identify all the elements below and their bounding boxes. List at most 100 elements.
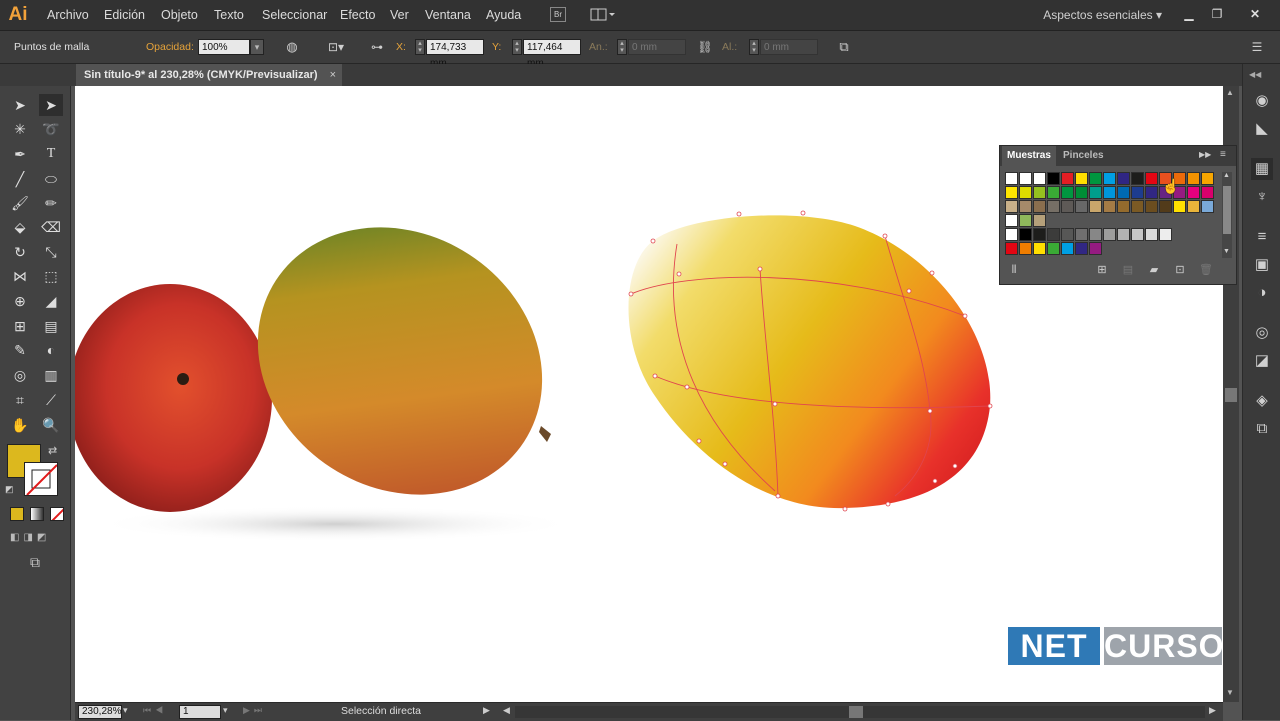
lasso-tool-icon[interactable]: ➰: [39, 118, 63, 140]
swatch[interactable]: [1089, 186, 1102, 199]
artboards-panel-icon[interactable]: ⧉: [1251, 418, 1273, 440]
graphic-styles-icon[interactable]: ◪: [1251, 350, 1273, 372]
opacity-field[interactable]: 100%: [198, 39, 250, 55]
hand-tool-icon[interactable]: ✋: [8, 414, 32, 436]
transparency-panel-icon[interactable]: ◑: [1251, 282, 1273, 304]
swatch[interactable]: [1117, 172, 1130, 185]
width-tool-icon[interactable]: ⋈: [8, 265, 32, 287]
swatch[interactable]: [1047, 242, 1060, 255]
swatch[interactable]: [1033, 172, 1046, 185]
swatch[interactable]: [1145, 228, 1158, 241]
swatch[interactable]: [1187, 172, 1200, 185]
swatch[interactable]: [1131, 172, 1144, 185]
swatch[interactable]: [1061, 186, 1074, 199]
swatch[interactable]: [1061, 200, 1074, 213]
zoom-dropdown-icon[interactable]: ▾: [123, 705, 135, 719]
swatch[interactable]: [1005, 172, 1018, 185]
artboard-prev-icons[interactable]: ⏮◀: [143, 705, 167, 716]
swatch[interactable]: [1103, 228, 1116, 241]
transform-reference-icon[interactable]: ⊡▾: [322, 39, 350, 55]
scroll-down-icon[interactable]: ▼: [1226, 688, 1234, 697]
swatch[interactable]: [1075, 242, 1088, 255]
symbol-sprayer-tool-icon[interactable]: ◎: [8, 364, 32, 386]
swatch[interactable]: [1187, 186, 1200, 199]
hscroll-left-icon[interactable]: ◀: [503, 705, 510, 716]
swatch[interactable]: [1019, 186, 1032, 199]
swatch[interactable]: [1159, 228, 1172, 241]
tab-muestras[interactable]: Muestras: [1002, 146, 1056, 166]
menu-efecto[interactable]: Efecto: [340, 0, 375, 30]
panel-options-icon[interactable]: ≡: [1220, 149, 1226, 160]
swatch[interactable]: [1075, 200, 1088, 213]
eraser-tool-icon[interactable]: ⌫: [39, 216, 63, 238]
color-guide-icon[interactable]: ◉: [1251, 90, 1273, 112]
y-field[interactable]: 117,464 mm: [523, 39, 581, 69]
link-proportions-icon[interactable]: ⛓: [696, 39, 714, 55]
swatch[interactable]: [1089, 228, 1102, 241]
swatch[interactable]: [1019, 228, 1032, 241]
swatch[interactable]: [1131, 186, 1144, 199]
swatch[interactable]: [1089, 172, 1102, 185]
show-kinds-icon[interactable]: ⊞: [1094, 263, 1110, 277]
recolor-icon[interactable]: ◍: [283, 39, 301, 55]
eyedropper-tool-icon[interactable]: ✎: [8, 339, 32, 361]
close-icon[interactable]: ✕: [1244, 6, 1266, 22]
column-graph-tool-icon[interactable]: ▥: [39, 364, 63, 386]
new-swatch-icon[interactable]: ⊡: [1172, 263, 1188, 277]
x-field[interactable]: 174,733 mm: [426, 39, 484, 69]
swatch[interactable]: [1201, 186, 1214, 199]
menu-edicion[interactable]: Edición: [104, 0, 145, 30]
swatch[interactable]: [1019, 172, 1032, 185]
direct-selection-tool-icon[interactable]: ➤: [39, 94, 63, 116]
align-anchor-icon[interactable]: ⊶: [366, 39, 388, 55]
swatch[interactable]: [1089, 200, 1102, 213]
pen-tool-icon[interactable]: ✒: [8, 143, 32, 165]
blend-tool-icon[interactable]: ◐: [39, 339, 63, 361]
swatch[interactable]: [1075, 228, 1088, 241]
swatch[interactable]: [1005, 214, 1018, 227]
swatch[interactable]: [1047, 228, 1060, 241]
menu-ayuda[interactable]: Ayuda: [486, 0, 521, 30]
swatch[interactable]: [1005, 228, 1018, 241]
perspective-grid-tool-icon[interactable]: ◢: [39, 290, 63, 312]
shape-builder-tool-icon[interactable]: ⊕: [8, 290, 32, 312]
expand-dock-icon[interactable]: ◀◀: [1249, 70, 1261, 79]
minimize-icon[interactable]: ▁: [1178, 6, 1200, 22]
artboard-dropdown-icon[interactable]: ▾: [223, 705, 228, 716]
paintbrush-tool-icon[interactable]: 🖌: [8, 192, 32, 214]
stroke-color-swatch[interactable]: [24, 462, 58, 496]
default-colors-icon[interactable]: ◩: [5, 484, 17, 496]
selection-tool-icon[interactable]: ➤: [8, 94, 32, 116]
swatch[interactable]: [1033, 200, 1046, 213]
swatch[interactable]: [1131, 200, 1144, 213]
close-tab-icon[interactable]: ×: [330, 64, 336, 86]
swatch[interactable]: [1061, 172, 1074, 185]
none-mode-button[interactable]: [50, 507, 64, 521]
panel-scrollbar[interactable]: ▲ ▼: [1222, 172, 1232, 258]
status-menu-icon[interactable]: ▶: [483, 705, 490, 716]
scroll-up-icon[interactable]: ▲: [1226, 88, 1234, 97]
swatch[interactable]: [1117, 228, 1130, 241]
zoom-tool-icon[interactable]: 🔍: [39, 414, 63, 436]
brushes-panel-icon[interactable]: ♆: [1251, 186, 1273, 208]
pencil-tool-icon[interactable]: ✏: [39, 192, 63, 214]
swatch[interactable]: [1075, 172, 1088, 185]
gradient-mode-button[interactable]: [30, 507, 44, 521]
swatch[interactable]: [1117, 186, 1130, 199]
hscroll-right-icon[interactable]: ▶: [1209, 705, 1216, 716]
slice-tool-icon[interactable]: ⟋: [39, 389, 63, 411]
menu-objeto[interactable]: Objeto: [161, 0, 198, 30]
swatch[interactable]: [1005, 200, 1018, 213]
artboard-next-icons[interactable]: ▶⏭: [243, 705, 266, 716]
bridge-button[interactable]: Br: [550, 7, 566, 22]
y-stepper[interactable]: ▴ ▾: [512, 39, 522, 55]
swatch[interactable]: [1061, 242, 1074, 255]
swatch[interactable]: [1103, 200, 1116, 213]
opacity-label[interactable]: Opacidad:: [146, 31, 194, 63]
panel-menu-icon[interactable]: ☰: [1248, 39, 1266, 55]
mesh-mango[interactable]: [628, 215, 991, 509]
swatch[interactable]: [1047, 186, 1060, 199]
swatch[interactable]: [1201, 200, 1214, 213]
new-color-group-icon[interactable]: ▰: [1146, 263, 1162, 277]
artboard-number-field[interactable]: 1: [179, 705, 221, 719]
